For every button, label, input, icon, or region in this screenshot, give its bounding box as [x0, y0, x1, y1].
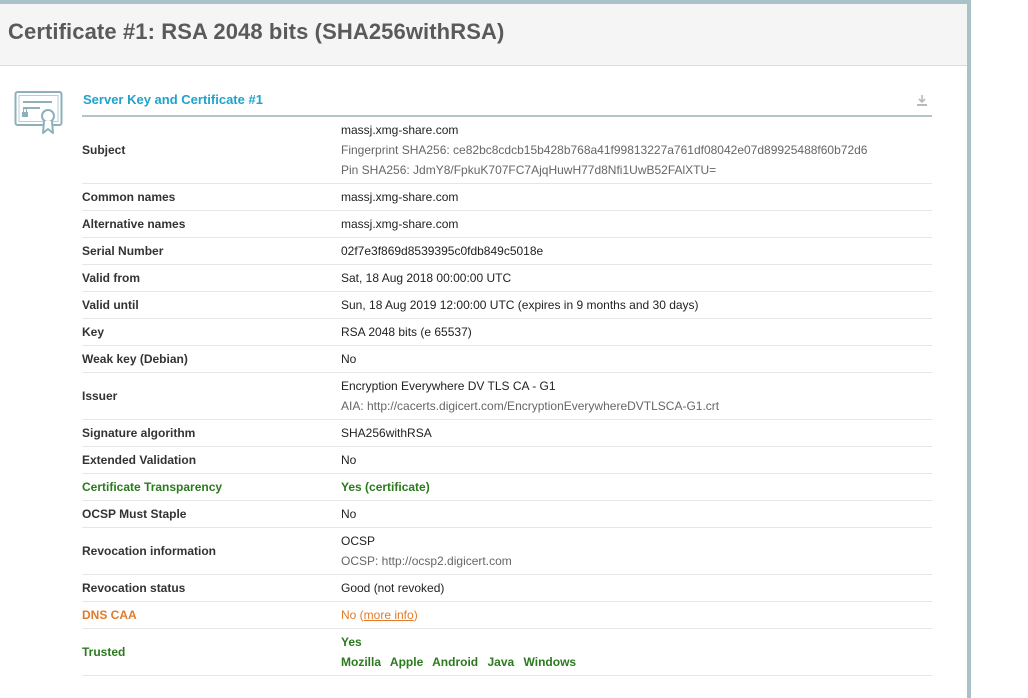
row-value: Sun, 18 Aug 2019 12:00:00 UTC (expires i…	[341, 298, 699, 312]
row-ocsp-must-staple: OCSP Must Staple No	[82, 501, 932, 528]
row-value: No	[341, 507, 357, 521]
row-value: RSA 2048 bits (e 65537)	[341, 325, 472, 339]
platform-java: Java	[487, 655, 515, 669]
row-valid-until: Valid until Sun, 18 Aug 2019 12:00:00 UT…	[82, 292, 932, 319]
row-alt-names: Alternative names massj.xmg-share.com	[82, 211, 932, 238]
row-value: Good (not revoked)	[341, 581, 445, 595]
row-label: Signature algorithm	[82, 426, 196, 440]
row-value: Sat, 18 Aug 2018 00:00:00 UTC	[341, 271, 512, 285]
row-label: Key	[82, 325, 105, 339]
row-issuer: Issuer Encryption Everywhere DV TLS CA -…	[82, 373, 932, 420]
row-valid-from: Valid from Sat, 18 Aug 2018 00:00:00 UTC	[82, 265, 932, 292]
row-revocation-status: Revocation status Good (not revoked)	[82, 575, 932, 602]
certificate-icon	[14, 91, 63, 134]
row-revocation-information: Revocation information OCSP OCSP: http:/…	[82, 528, 932, 575]
row-value: SHA256withRSA	[341, 426, 432, 440]
dns-caa-value: No (	[341, 608, 364, 622]
trusted-platforms: Mozilla Apple Android Java Windows	[341, 652, 582, 672]
row-label: Certificate Transparency	[82, 480, 223, 494]
revocation-method: OCSP	[341, 534, 376, 548]
row-certificate-transparency: Certificate Transparency Yes (certificat…	[82, 474, 932, 501]
more-info-link[interactable]: more info	[364, 608, 414, 622]
row-extended-validation: Extended Validation No	[82, 447, 932, 474]
platform-mozilla: Mozilla	[341, 655, 382, 669]
ocsp-url: OCSP: http://ocsp2.digicert.com	[341, 554, 512, 568]
row-label: Weak key (Debian)	[82, 352, 188, 366]
row-value: Yes (certificate)	[341, 480, 430, 494]
row-value: Encryption Everywhere DV TLS CA - G1 AIA…	[341, 376, 719, 416]
row-label: Common names	[82, 190, 176, 204]
dns-caa-suffix: )	[413, 608, 418, 622]
row-weak-key: Weak key (Debian) No	[82, 346, 932, 373]
row-signature-algorithm: Signature algorithm SHA256withRSA	[82, 420, 932, 447]
issuer-value: Encryption Everywhere DV TLS CA - G1	[341, 379, 556, 393]
row-subject: Subject massj.xmg-share.com Fingerprint …	[82, 117, 932, 184]
row-label: Valid from	[82, 271, 141, 285]
row-label: Extended Validation	[82, 453, 197, 467]
row-key: Key RSA 2048 bits (e 65537)	[82, 319, 932, 346]
row-label: Valid until	[82, 298, 139, 312]
issuer-aia: AIA: http://cacerts.digicert.com/Encrypt…	[341, 399, 720, 413]
platform-android: Android	[432, 655, 479, 669]
section-header: Server Key and Certificate #1	[82, 83, 932, 117]
subject-pin: Pin SHA256: JdmY8/FpkuK707FC7AjqHuwH77d8…	[341, 163, 717, 177]
row-label: Revocation status	[82, 581, 186, 595]
row-trusted: Trusted Yes Mozilla Apple Android Java W…	[82, 629, 932, 676]
row-label: Subject	[82, 143, 126, 157]
row-label: Issuer	[82, 389, 118, 403]
row-value: OCSP OCSP: http://ocsp2.digicert.com	[341, 531, 512, 571]
section-title: Server Key and Certificate #1	[83, 92, 263, 107]
row-label: Trusted	[82, 645, 126, 659]
row-value: No	[341, 453, 357, 467]
server-key-section: Server Key and Certificate #1 Subject ma…	[82, 83, 932, 676]
row-value: Yes Mozilla Apple Android Java Windows	[341, 632, 582, 672]
row-value: No	[341, 352, 357, 366]
subject-fingerprint: Fingerprint SHA256: ce82bc8cdcb15b428b76…	[341, 143, 868, 157]
row-label: DNS CAA	[82, 608, 137, 622]
row-value: 02f7e3f869d8539395c0fdb849c5018e	[341, 244, 544, 258]
row-value: massj.xmg-share.com	[341, 217, 459, 231]
row-label: Alternative names	[82, 217, 186, 231]
row-value: No (more info)	[341, 605, 418, 625]
row-value: massj.xmg-share.com	[341, 190, 459, 204]
row-dns-caa: DNS CAA No (more info)	[82, 602, 932, 629]
download-icon[interactable]	[916, 94, 928, 107]
row-common-names: Common names massj.xmg-share.com	[82, 184, 932, 211]
platform-apple: Apple	[389, 655, 424, 669]
row-label: Revocation information	[82, 544, 217, 558]
row-label: Serial Number	[82, 244, 164, 258]
subject-value: massj.xmg-share.com	[341, 123, 459, 137]
report-frame: Certificate #1: RSA 2048 bits (SHA256wit…	[0, 0, 971, 698]
platform-windows: Windows	[523, 655, 577, 669]
row-serial-number: Serial Number 02f7e3f869d8539395c0fdb849…	[82, 238, 932, 265]
page-title: Certificate #1: RSA 2048 bits (SHA256wit…	[8, 19, 505, 44]
trusted-value: Yes	[341, 635, 362, 649]
row-value: massj.xmg-share.com Fingerprint SHA256: …	[341, 120, 867, 180]
page-header: Certificate #1: RSA 2048 bits (SHA256wit…	[0, 4, 967, 66]
row-label: OCSP Must Staple	[82, 507, 187, 521]
